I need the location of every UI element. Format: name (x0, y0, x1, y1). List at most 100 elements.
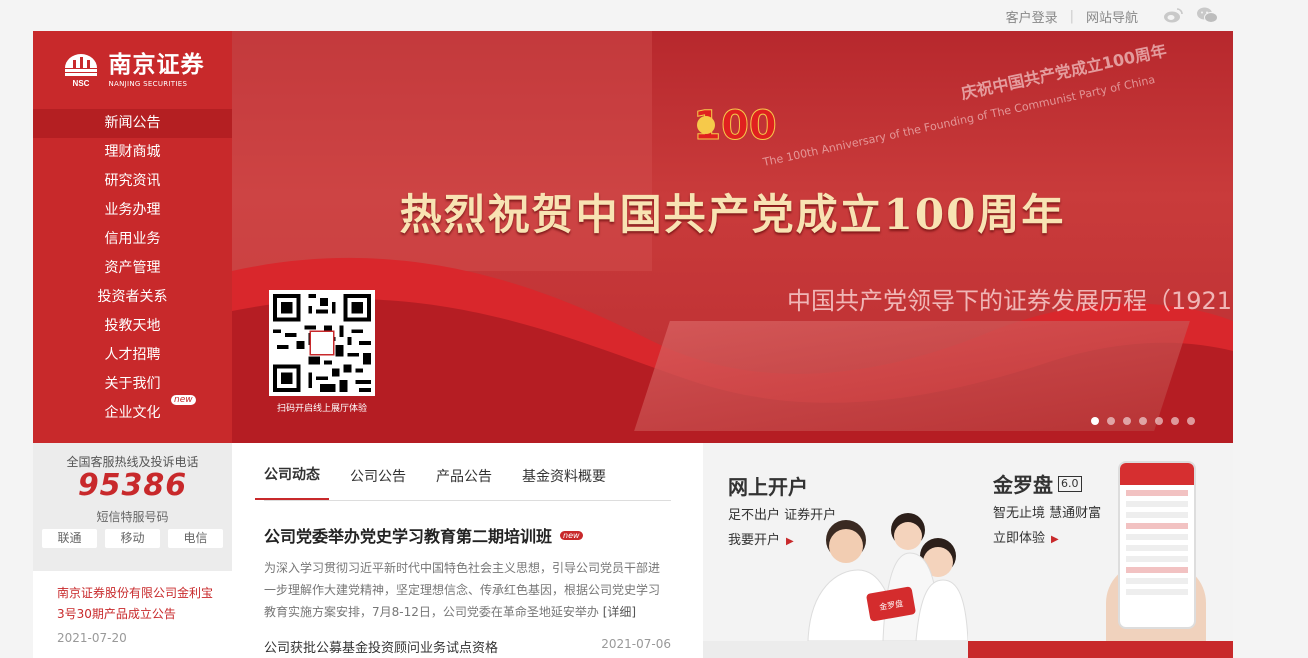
news-panel: 公司动态 公司公告 产品公告 基金资料概要 公司党委举办党史学习教育第二期培训班… (232, 443, 703, 658)
news-item-title: 公司获批公募基金投资顾问业务试点资格 (264, 641, 499, 656)
nav-item-about[interactable]: 关于我们 (33, 370, 232, 399)
phone-row (1126, 545, 1188, 551)
featured-news-title-text: 公司党委举办党史学习教育第二期培训班 (264, 527, 553, 546)
hotline-box: 全国客服热线及投诉电话 95386 短信特服号码 联通 移动 电信 (33, 443, 232, 571)
carousel-dot[interactable] (1107, 417, 1115, 425)
nav-item-culture-label: 企业文化 (104, 405, 161, 421)
app-title: 金罗盘 6.0 (993, 469, 1233, 498)
phone-row (1126, 523, 1188, 529)
new-badge: new (171, 395, 196, 405)
divider: | (1069, 9, 1074, 24)
app-subtitle: 智无止境 慧通财富 (993, 506, 1102, 521)
phone-row (1126, 490, 1188, 496)
nav-item-investor-relations[interactable]: 投资者关系 (33, 283, 232, 312)
nav-item-careers[interactable]: 人才招聘 (33, 341, 232, 370)
new-badge: new (560, 530, 583, 540)
carrier-telecom-button[interactable]: 电信 (168, 529, 223, 548)
brand-name-cn: 南京证券 (108, 50, 205, 78)
jinluopan-app-promo[interactable]: 金罗盘 6.0 智无止境 慧通财富 立即体验 ▶ (968, 443, 1233, 658)
carousel-dot[interactable] (1091, 417, 1099, 425)
promo-divider (703, 641, 968, 658)
side-notice-date: 2021-07-20 (57, 631, 127, 645)
carrier-mobile-button[interactable]: 移动 (105, 529, 160, 548)
weibo-icon[interactable] (1162, 6, 1184, 24)
top-links: 客户登录 | 网站导航 (1006, 7, 1138, 26)
featured-news-summary-text: 为深入学习贯彻习近平新时代中国特色社会主义思想，引导公司党员干部进一步理解作大建… (264, 561, 661, 619)
online-account-promo[interactable]: 网上开户 足不出户 证券开户 我要开户 ▶ 金罗盘 (703, 443, 968, 641)
main-nav: 新闻公告 理财商城 研究资讯 业务办理 信用业务 资产管理 投资者关系 投教天地… (33, 109, 232, 428)
qr-caption: 扫码开启线上展厅体验 (276, 404, 367, 414)
sidebar: NSC 南京证券 NANJING SECURITIES 新闻公告 理财商城 研究… (33, 31, 232, 443)
party-100-emblem-icon: 100 (693, 103, 778, 150)
hotline-number: 95386 (77, 468, 188, 503)
nav-item-culture[interactable]: 企业文化 new (33, 395, 232, 428)
phone-row (1126, 501, 1188, 507)
featured-news-title[interactable]: 公司党委举办党史学习教育第二期培训班 new (264, 523, 671, 547)
brand-name-en: NANJING SECURITIES (108, 79, 188, 88)
logo-abbr: NSC (72, 79, 89, 88)
nav-item-asset-mgmt[interactable]: 资产管理 (33, 254, 232, 283)
site-nav-link[interactable]: 网站导航 (1086, 7, 1138, 26)
carousel-dot[interactable] (1139, 417, 1147, 425)
sms-label: 短信特服号码 (96, 510, 169, 524)
featured-news-summary: 为深入学习贯彻习近平新时代中国特色社会主义思想，引导公司党员干部进一步理解作大建… (264, 557, 671, 623)
tab-fund-overview[interactable]: 基金资料概要 (522, 466, 606, 500)
top-bar: 客户登录 | 网站导航 (0, 0, 1308, 31)
phone-row (1126, 578, 1188, 584)
news-tabs: 公司动态 公司公告 产品公告 基金资料概要 (255, 443, 671, 501)
qr-code (269, 290, 375, 396)
arrow-right-icon: ▶ (1051, 534, 1059, 545)
try-app-label: 立即体验 (993, 531, 1046, 546)
phone-row (1126, 589, 1188, 595)
tab-company-announcements[interactable]: 公司公告 (350, 466, 406, 500)
open-account-label: 我要开户 (728, 533, 781, 548)
phone-header (1120, 463, 1194, 485)
phone-row (1126, 556, 1188, 562)
family-photo: 金罗盘 (807, 513, 968, 641)
online-account-title: 网上开户 (728, 475, 808, 499)
phone-mockup-image (1118, 461, 1196, 629)
app-version: 6.0 (1058, 475, 1082, 492)
carousel-dots (1091, 417, 1195, 425)
hero-banner[interactable]: 庆祝中国共产党成立100周年 The 100th Anniversary of … (232, 31, 1233, 443)
promo-red-bar (968, 641, 1233, 658)
brand-text: 南京证券 NANJING SECURITIES (108, 50, 205, 88)
news-list-item[interactable]: 公司获批公募基金投资顾问业务试点资格 2021-07-06 (264, 637, 671, 656)
nav-item-credit[interactable]: 信用业务 (33, 225, 232, 254)
phone-row (1126, 567, 1188, 573)
app-name: 金罗盘 (993, 473, 1053, 497)
phone-row (1126, 512, 1188, 518)
banner-headline: 热烈祝贺中国共产党成立100周年 (399, 190, 1066, 239)
social-links (1162, 6, 1218, 24)
nsc-logo-icon: NSC (64, 54, 97, 88)
book-decoration (634, 321, 1190, 431)
qr-code-icon (273, 294, 371, 392)
tab-product-announcements[interactable]: 产品公告 (436, 466, 492, 500)
nav-item-research[interactable]: 研究资讯 (33, 167, 232, 196)
login-link[interactable]: 客户登录 (1006, 7, 1058, 26)
carousel-dot[interactable] (1187, 417, 1195, 425)
carousel-dot[interactable] (1155, 417, 1163, 425)
try-app-link[interactable]: 立即体验 ▶ (993, 527, 1233, 546)
arrow-right-icon: ▶ (786, 536, 794, 547)
nav-item-education[interactable]: 投教天地 (33, 312, 232, 341)
tab-company-news[interactable]: 公司动态 (255, 464, 329, 500)
logo[interactable]: NSC 南京证券 NANJING SECURITIES (33, 31, 232, 109)
news-item-date: 2021-07-06 (601, 637, 671, 651)
phone-row (1126, 534, 1188, 540)
read-more-link[interactable]: [详细] (603, 605, 636, 619)
carousel-dot[interactable] (1171, 417, 1179, 425)
hotline-panel: 全国客服热线及投诉电话 95386 短信特服号码 联通 移动 电信 南京证券股份… (33, 443, 232, 658)
nav-item-business[interactable]: 业务办理 (33, 196, 232, 225)
nav-item-news[interactable]: 新闻公告 (33, 109, 232, 138)
nav-item-wealth-mall[interactable]: 理财商城 (33, 138, 232, 167)
carousel-dot[interactable] (1123, 417, 1131, 425)
carrier-unicom-button[interactable]: 联通 (42, 529, 97, 548)
carrier-buttons: 联通 移动 电信 (33, 529, 232, 548)
banner-history-text: 中国共产党领导下的证券发展历程（1921—19 (787, 287, 1233, 315)
anniversary-corner-subtitle: The 100th Anniversary of the Founding of… (761, 73, 1156, 169)
wechat-icon[interactable] (1196, 6, 1218, 24)
side-notice: 南京证券股份有限公司金利宝3号30期产品成立公告 2021-07-20 (33, 571, 232, 658)
side-notice-link[interactable]: 南京证券股份有限公司金利宝3号30期产品成立公告 (57, 583, 217, 625)
main-container: NSC 南京证券 NANJING SECURITIES 新闻公告 理财商城 研究… (33, 31, 1233, 658)
